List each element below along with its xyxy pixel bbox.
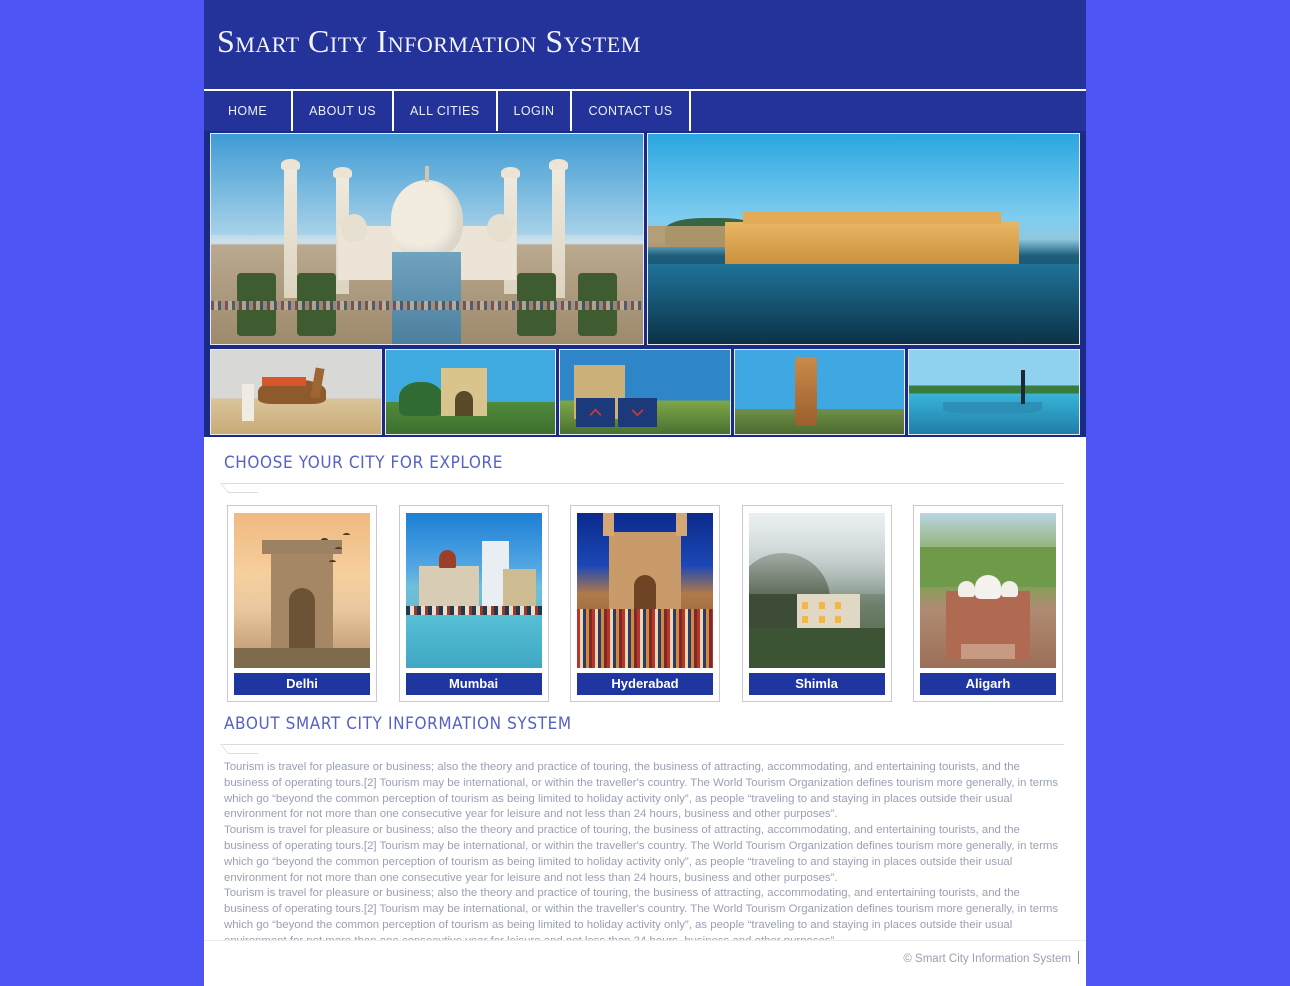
city-card-hyderabad[interactable]: Hyderabad (570, 505, 720, 702)
bird-icon (334, 547, 342, 551)
charminar-minaret (676, 513, 687, 536)
nav-home[interactable]: HOME (204, 91, 294, 131)
slider-controls (576, 398, 657, 427)
boat-hull (943, 402, 1042, 414)
city-name-delhi: Delhi (234, 673, 370, 695)
lit-window (834, 601, 841, 609)
crowd (211, 301, 643, 311)
mosque-building (945, 574, 1031, 659)
lit-window (818, 616, 825, 624)
city-card-aligarh[interactable]: Aligarh (913, 505, 1063, 702)
qutub-minar-tower (795, 356, 817, 426)
central-dome (975, 574, 1001, 599)
about-heading-rule (219, 738, 1068, 758)
divider-line (222, 483, 1064, 484)
slider-next-button[interactable] (618, 398, 657, 427)
nav-all-cities[interactable]: ALL CITIES (394, 91, 498, 131)
divider-notch (219, 483, 259, 493)
text-cursor (1078, 951, 1079, 964)
small-dome (486, 213, 513, 242)
side-dome (957, 580, 975, 597)
bird-icon (329, 559, 337, 564)
image-slider (204, 131, 1086, 437)
cities-heading-rule (219, 477, 1068, 497)
slide-jal-mahal[interactable] (646, 133, 1080, 345)
charminar-minaret (603, 513, 614, 536)
city-name-mumbai: Mumbai (405, 673, 542, 695)
city-card-list: Delhi Mumbai Hyderabad Shimla Aligarh (222, 497, 1068, 702)
mist-clouds (748, 513, 885, 594)
city-name-shimla: Shimla (748, 673, 885, 695)
page-title: Smart City Information System (217, 23, 641, 59)
slide-taj-mahal[interactable] (210, 133, 644, 345)
slider-main-slides (210, 133, 1080, 345)
boats (405, 606, 542, 616)
lit-window (834, 616, 841, 624)
courtyard (961, 643, 1015, 659)
city-card-delhi[interactable]: Delhi (227, 505, 377, 702)
chevron-down-icon (631, 409, 644, 417)
site-header: Smart City Information System (204, 0, 1086, 89)
camel-saddle (261, 376, 306, 387)
cities-section-heading: CHOOSE YOUR CITY FOR EXPLORE (224, 453, 504, 473)
thumbnail-india-gate[interactable] (384, 349, 557, 435)
lawn (234, 647, 370, 668)
divider-line (222, 744, 1064, 745)
tree (399, 381, 444, 416)
footer-copyright: © Smart City Information System (903, 951, 1079, 965)
city-name-aligarh: Aligarh (920, 673, 1056, 695)
charminar-monument (603, 513, 687, 613)
nav-about-us[interactable]: ABOUT US (293, 91, 394, 131)
about-section-heading: ABOUT SMART CITY INFORMATION SYSTEM (224, 714, 572, 734)
page-container: Smart City Information System HOME ABOUT… (204, 0, 1086, 986)
main-content: CHOOSE YOUR CITY FOR EXPLORE Delhi Mumba… (204, 437, 1086, 950)
about-paragraph: Tourism is travel for pleasure or busine… (224, 761, 1059, 821)
slider-prev-button[interactable] (576, 398, 615, 427)
thumbnail-qutub-minar[interactable] (733, 349, 906, 435)
small-dome (340, 213, 367, 242)
boat-mast (1021, 370, 1026, 404)
chevron-up-icon (589, 408, 602, 416)
bird-icon (321, 537, 329, 542)
city-photo-hyderabad (577, 513, 713, 668)
bird-icon (342, 533, 350, 537)
city-card-mumbai[interactable]: Mumbai (398, 505, 549, 702)
lit-window (802, 616, 809, 624)
about-text-body: Tourism is travel for pleasure or busine… (222, 758, 1068, 950)
thumbnail-camel[interactable] (210, 349, 382, 435)
lake-water (647, 264, 1079, 344)
main-navigation: HOME ABOUT US ALL CITIES LOGIN CONTACT U… (204, 89, 1086, 131)
lit-window (802, 601, 809, 609)
camel-handler (241, 383, 254, 421)
copyright-text: © Smart City Information System (903, 953, 1071, 965)
divider-notch (219, 744, 259, 754)
india-gate-arch (440, 368, 487, 416)
site-footer: © Smart City Information System (204, 940, 1086, 986)
side-dome (1001, 580, 1019, 597)
city-photo-aligarh (920, 513, 1056, 668)
india-gate-monument (262, 540, 342, 650)
palace-building (725, 212, 1019, 269)
city-photo-mumbai (405, 513, 542, 668)
sea-water (405, 615, 542, 668)
city-name-hyderabad: Hyderabad (577, 673, 713, 695)
minaret-icon (281, 158, 301, 298)
city-card-shimla[interactable]: Shimla (741, 505, 892, 702)
about-paragraph: Tourism is travel for pleasure or busine… (224, 824, 1059, 884)
forest-trees (748, 627, 885, 668)
street-crowd (577, 609, 713, 668)
nav-login[interactable]: LOGIN (498, 91, 573, 131)
reflecting-pool (392, 251, 462, 344)
nav-contact-us[interactable]: CONTACT US (572, 91, 691, 131)
city-photo-delhi (234, 513, 370, 668)
main-dome (390, 166, 463, 259)
city-photo-shimla (748, 513, 885, 668)
lit-window (818, 601, 825, 609)
thumbnail-backwater-boat[interactable] (908, 349, 1080, 435)
